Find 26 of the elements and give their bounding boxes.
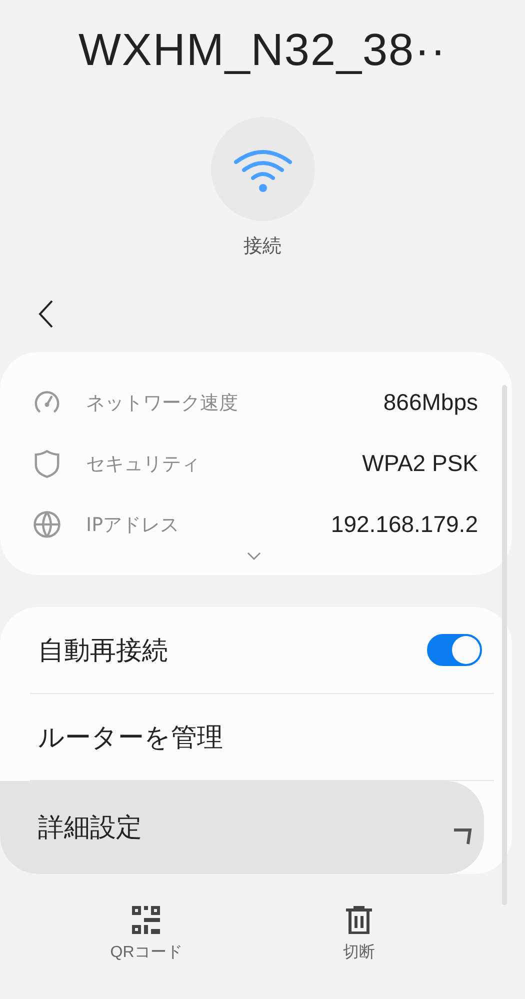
back-icon <box>38 299 54 329</box>
settings-item[interactable]: ルーターを管理 <box>0 694 512 780</box>
settings-item[interactable]: 詳細設定 <box>0 781 484 874</box>
settings-label: 詳細設定 <box>38 812 142 845</box>
info-value: WPA2 PSK <box>362 450 478 477</box>
action-button[interactable]: QRコード <box>86 906 206 963</box>
settings-item[interactable]: 自動再接続 <box>0 607 512 693</box>
settings-label: 自動再接続 <box>38 634 168 668</box>
info-label: セキュリティ <box>86 452 201 476</box>
settings-label: ルーターを管理 <box>38 722 223 754</box>
info-label: ネットワーク速度 <box>86 390 239 416</box>
shield-icon <box>32 448 62 478</box>
info-label: IPアドレス <box>86 512 180 538</box>
toggle-switch[interactable] <box>427 634 482 666</box>
info-value: 866Mbps <box>383 389 478 416</box>
status-label: 接続 <box>244 234 282 259</box>
scrollbar[interactable] <box>502 385 507 905</box>
action-button[interactable]: 切断 <box>298 906 419 963</box>
expand-button[interactable] <box>247 551 263 561</box>
qr-code-icon <box>132 906 160 934</box>
chevron-icon <box>247 552 261 560</box>
network-name: WXHM_N32_38·· <box>77 23 448 77</box>
globe-icon <box>32 510 62 540</box>
wifi-icon <box>232 148 292 194</box>
info-value: 192.168.179.2 <box>330 511 478 538</box>
trash-icon <box>344 906 373 934</box>
